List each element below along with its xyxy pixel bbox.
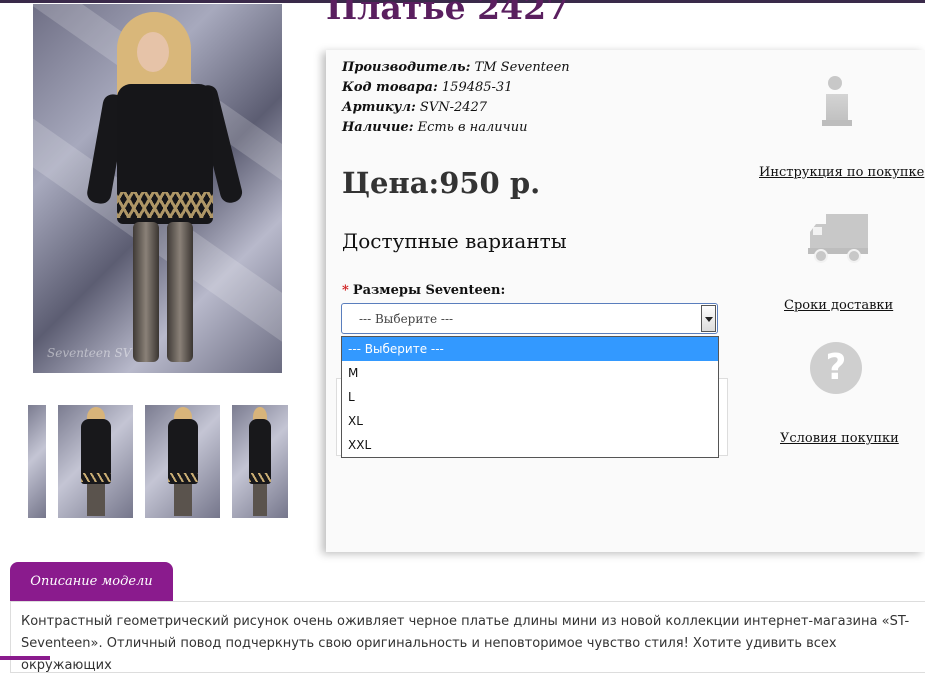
size-option[interactable]: M (342, 361, 718, 385)
required-mark: * (342, 283, 349, 298)
purchase-instruction-link[interactable]: Инструкция по покупке (759, 165, 924, 180)
boot-left (133, 222, 159, 362)
thumbnail-2[interactable] (145, 405, 220, 518)
tab-description[interactable]: Описание модели (10, 562, 173, 602)
question-icon: ? (810, 342, 862, 394)
spec-product-code: Код товара: 159485-31 (342, 80, 513, 95)
delivery-terms-link[interactable]: Сроки доставки (784, 298, 893, 313)
chevron-down-icon[interactable] (701, 305, 716, 332)
size-option[interactable]: L (342, 385, 718, 409)
thumbnail-3[interactable] (232, 405, 288, 518)
boot-right (167, 222, 193, 362)
spec-article: Артикул: SVN-2427 (342, 100, 488, 115)
size-option[interactable]: XXL (342, 433, 718, 457)
product-main-photo[interactable]: Seventeen SV (33, 4, 282, 373)
description-text: Контрастный геометрический рисунок очень… (21, 614, 910, 673)
spec-availability: Наличие: Есть в наличии (342, 120, 528, 135)
photo-watermark: Seventeen SV (47, 346, 132, 360)
product-price: Цена:950 р. (342, 166, 541, 200)
size-dropdown-list: --- Выберите --- M L XL XXL (341, 336, 719, 458)
model-face (137, 32, 169, 72)
variants-heading: Доступные варианты (342, 229, 567, 253)
spec-manufacturer: Производитель: TM Seventeen (342, 60, 570, 75)
size-select[interactable]: --- Выберите --- (341, 303, 718, 334)
size-select-value: --- Выберите --- (359, 312, 454, 326)
size-option[interactable]: --- Выберите --- (342, 337, 718, 361)
thumbnail-partial[interactable] (28, 405, 46, 518)
dress-pattern (117, 192, 213, 218)
purchase-conditions-link[interactable]: Условия покупки (780, 431, 899, 446)
product-title: Платье 2427 (326, 0, 569, 27)
delivery-truck-icon (808, 214, 868, 263)
size-option[interactable]: XL (342, 409, 718, 433)
bottom-accent (0, 656, 50, 660)
thumbnail-1[interactable] (58, 405, 133, 518)
size-label: * Размеры Seventeen: (342, 283, 506, 298)
